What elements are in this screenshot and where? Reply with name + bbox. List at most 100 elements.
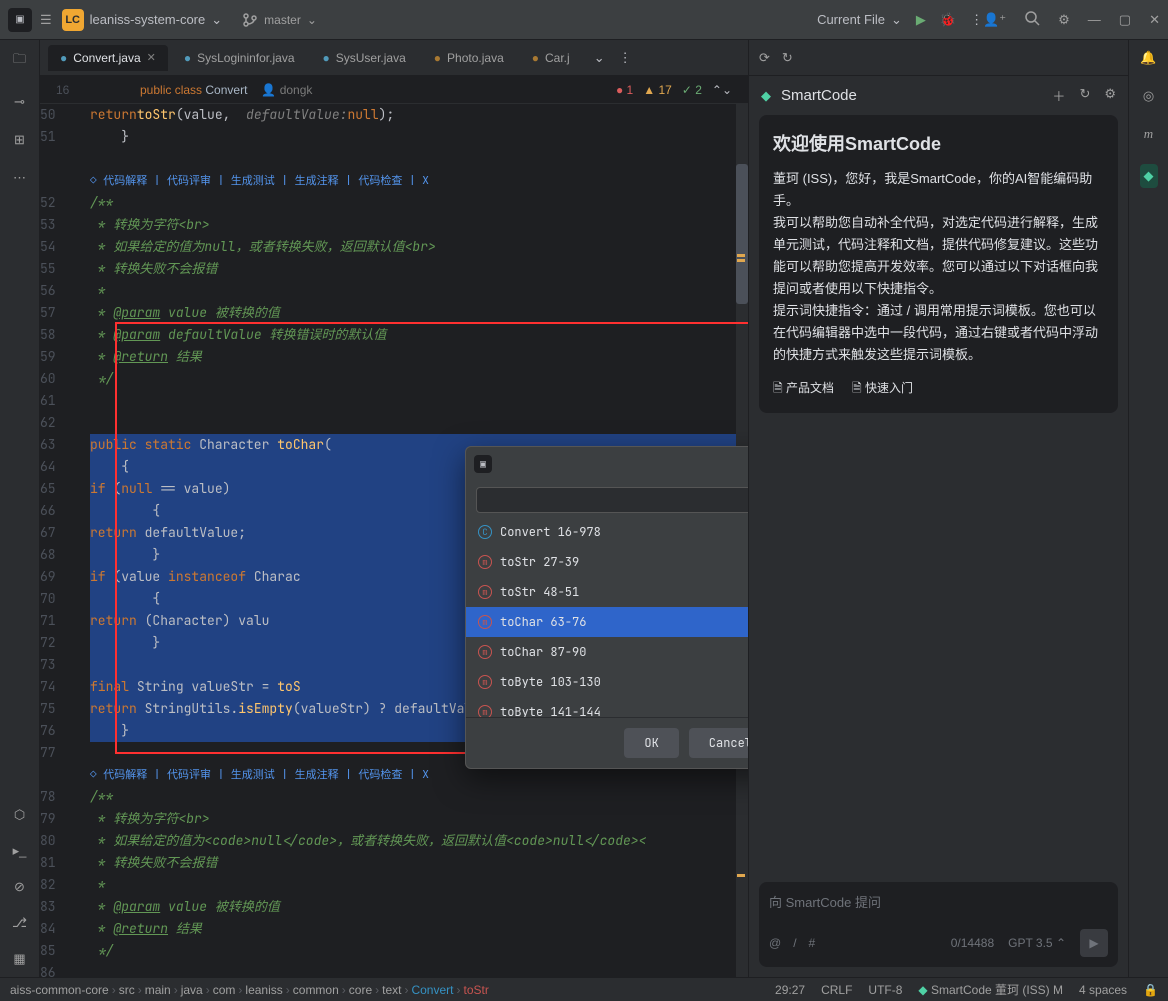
maximize-icon[interactable]: ▢ [1119, 12, 1131, 28]
popup-item-label: toByte 141-144 [500, 701, 601, 717]
at-command[interactable]: @ [769, 936, 781, 950]
hash-command[interactable]: # [809, 936, 816, 950]
breadcrumb-item[interactable]: src [119, 983, 135, 997]
model-selector[interactable]: GPT 3.5 ⌃ [1008, 936, 1066, 950]
tab-label: Car.j [545, 51, 570, 65]
gear-icon[interactable]: ⚙ [1058, 12, 1070, 28]
history-icon[interactable]: ↻ [1079, 86, 1090, 105]
debug-icon[interactable]: 🐞 [940, 12, 956, 28]
warning-count[interactable]: ▲ 17 [643, 83, 672, 97]
run-icon[interactable]: ▶ [916, 12, 926, 28]
collab-icon[interactable]: 👤⁺ [983, 12, 1006, 28]
file-icon: ● [532, 51, 539, 65]
sync-icon[interactable]: ↻ [782, 50, 793, 66]
commit-tool-icon[interactable]: ⊸ [14, 94, 25, 110]
file-icon: ● [323, 51, 330, 65]
breadcrumb-item[interactable]: core [349, 983, 372, 997]
project-tool-icon[interactable]: 🗀 [13, 50, 26, 72]
breadcrumb-item[interactable]: leaniss [245, 983, 282, 997]
gutter-line-first: 16 [56, 83, 69, 97]
structure-popup-item[interactable]: mtoByte 141-144 [466, 697, 748, 717]
file-encoding[interactable]: UTF-8 [868, 983, 902, 997]
structure-popup-item[interactable]: mtoByte 103-130 [466, 667, 748, 697]
gear-icon[interactable]: ⚙ [1104, 86, 1116, 105]
statusbar: aiss-common-core›src›main›java›com›leani… [0, 977, 1168, 1001]
breadcrumb-item[interactable]: common [293, 983, 339, 997]
popup-search-input[interactable] [476, 487, 748, 513]
editor-tab[interactable]: ●SysUser.java [311, 45, 418, 71]
structure-tool-icon[interactable]: ⊞ [14, 132, 25, 148]
breadcrumb-item[interactable]: com [213, 983, 236, 997]
new-chat-icon[interactable]: ＋ [1052, 86, 1065, 105]
structure-popup: ▣ ✕ CConvert 16-978mtoStr 27-39mtoStr 48… [465, 446, 748, 769]
loop-icon[interactable]: ◎ [1143, 88, 1154, 104]
readonly-icon[interactable]: 🔒 [1143, 983, 1158, 997]
product-docs-link[interactable]: 🗎 产品文档 [773, 378, 834, 398]
structure-popup-item[interactable]: CConvert 16-978 [466, 517, 748, 547]
problems-icon[interactable]: ⊘ [14, 879, 25, 895]
m-tool-icon[interactable]: m [1144, 126, 1153, 142]
services-icon[interactable]: ▦ [13, 951, 25, 967]
project-selector[interactable]: LC leaniss-system-core ⌄ [62, 9, 223, 31]
breadcrumb-item[interactable]: main [145, 983, 171, 997]
caret-position[interactable]: 29:27 [775, 983, 805, 997]
code-actions-row[interactable]: ◇ 代码解释 | 代码评审 | 生成测试 | 生成注释 | 代码检查 | X [90, 170, 429, 192]
editor-tab[interactable]: ● Car.j [520, 45, 582, 71]
structure-popup-item[interactable]: mtoStr 48-51 [466, 577, 748, 607]
warning-marker[interactable] [737, 254, 745, 257]
more-icon[interactable]: ⋮ [970, 12, 983, 28]
structure-popup-item[interactable]: mtoStr 27-39 [466, 547, 748, 577]
code-actions-row[interactable]: ◇ 代码解释 | 代码评审 | 生成测试 | 生成注释 | 代码检查 | X [90, 764, 429, 786]
git-icon[interactable]: ⎇ [12, 915, 27, 931]
tabs-more-icon[interactable]: ⋮ [619, 50, 632, 66]
send-button[interactable]: ▶ [1080, 929, 1108, 957]
error-count[interactable]: ● 1 [616, 83, 633, 97]
close-icon[interactable]: ✕ [1149, 12, 1160, 28]
line-separator[interactable]: CRLF [821, 983, 852, 997]
smartcode-input[interactable]: 向 SmartCode 提问 @ / # 0/14488 GPT 3.5 ⌃ ▶ [759, 882, 1118, 967]
chevron-up-down-icon[interactable]: ⌃⌄ [712, 83, 732, 97]
notifications-icon[interactable]: 🔔 [1140, 50, 1156, 66]
breadcrumb-item[interactable]: Convert [411, 983, 453, 997]
hint-count[interactable]: ✓ 2 [682, 83, 702, 97]
popup-cancel-button[interactable]: Cancel [689, 728, 748, 758]
popup-item-label: Convert 16-978 [500, 521, 601, 543]
editor-tab[interactable]: ●Convert.java✕ [48, 45, 168, 71]
quick-start-link[interactable]: 🗎 快速入门 [852, 378, 913, 398]
tab-close-icon[interactable]: ✕ [147, 51, 156, 64]
chevron-down-icon: ⌄ [891, 12, 902, 28]
breadcrumb-item[interactable]: text [382, 983, 401, 997]
main-menu-icon[interactable]: ☰ [40, 12, 52, 28]
warning-marker[interactable] [737, 259, 745, 262]
structure-popup-item[interactable]: mtoChar 63-76 [466, 607, 748, 637]
file-icon: ● [60, 51, 67, 65]
file-icon: ● [184, 51, 191, 65]
run-config-picker[interactable]: Current File ⌄ [817, 12, 902, 28]
warning-marker[interactable] [737, 874, 745, 877]
search-icon[interactable] [1024, 10, 1040, 29]
breadcrumb-item[interactable]: java [181, 983, 203, 997]
smartcode-user-status[interactable]: ◆ SmartCode 董珂 (ISS) M [918, 981, 1063, 998]
editor-tab[interactable]: ●Photo.java [422, 45, 516, 71]
breadcrumb-item[interactable]: aiss-common-core [10, 983, 109, 997]
breadcrumb-trail[interactable]: aiss-common-core›src›main›java›com›leani… [10, 983, 489, 997]
build-tool-icon[interactable]: ⬡ [14, 807, 25, 823]
tabs-dropdown-icon[interactable]: ⌄ [594, 50, 605, 66]
more-tool-icon[interactable]: ⋯ [13, 170, 26, 186]
refresh-icon[interactable]: ⟳ [759, 50, 770, 66]
popup-item-label: toByte 103-130 [500, 671, 601, 693]
indent-status[interactable]: 4 spaces [1079, 983, 1127, 997]
slash-command[interactable]: / [793, 936, 796, 950]
popup-ok-button[interactable]: OK [624, 728, 678, 758]
scrollbar-thumb[interactable] [736, 164, 748, 304]
smartcode-tool-icon[interactable]: ◆ [1140, 164, 1158, 188]
minimize-icon[interactable]: — [1088, 12, 1101, 28]
editor[interactable]: 5051525354555657585960616263646566676869… [40, 104, 748, 977]
method-icon: m [478, 615, 492, 629]
terminal-icon[interactable]: ▸_ [13, 843, 27, 859]
vcs-branch-picker[interactable]: master ⌄ [242, 12, 317, 28]
structure-popup-item[interactable]: mtoChar 87-90 [466, 637, 748, 667]
breadcrumb-item[interactable]: toStr [464, 983, 489, 997]
tab-label: Photo.java [447, 51, 504, 65]
editor-tab[interactable]: ●SysLogininfor.java [172, 45, 307, 71]
